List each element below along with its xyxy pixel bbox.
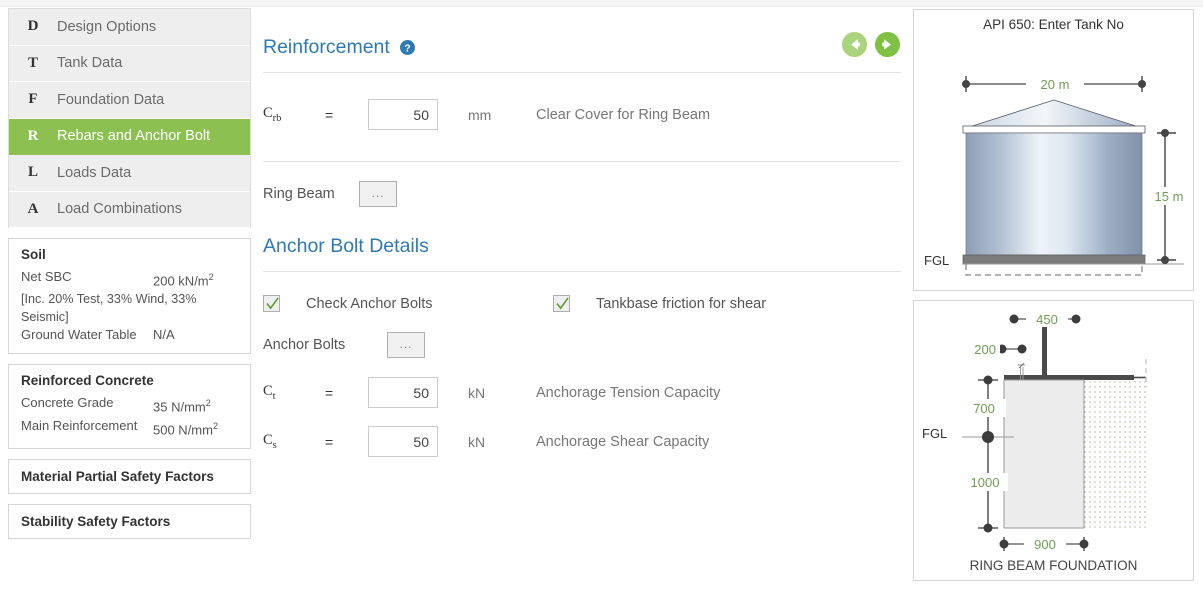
foundation-edge-dim-label: 200: [974, 342, 996, 357]
cs-unit: kN: [468, 433, 486, 450]
tank-fgl-label: FGL: [924, 253, 949, 268]
cs-input[interactable]: [368, 426, 438, 457]
tank-height-label: 15 m: [1155, 189, 1184, 204]
main-reinforcement-label: Main Reinforcement: [21, 417, 138, 433]
soil-gwt-value: N/A: [153, 327, 175, 343]
soil-increase-note: [Inc. 20% Test, 33% Wind, 33% Seismic]: [21, 292, 197, 325]
main-reinforcement-value: 500 N/mm2: [153, 420, 218, 437]
anchor-bolts-label: Anchor Bolts: [263, 337, 346, 353]
sidebar-letter-d: D: [27, 18, 39, 35]
sidebar-nav: D Design Options T Tank Data F Foundatio…: [8, 8, 251, 228]
ring-beam-dialog-button[interactable]: ...: [359, 181, 397, 207]
sidebar-label-loads-data: Loads Data: [57, 164, 132, 181]
anchorage-tension-row: Ct = kN Anchorage Tension Capacity: [263, 377, 901, 408]
soil-gwt-row: Ground Water Table N/A: [21, 326, 238, 344]
sidebar-label-load-combinations: Load Combinations: [57, 201, 182, 218]
sidebar-letter-l: L: [27, 164, 38, 181]
tankbase-friction-label: Tankbase friction for shear: [596, 295, 767, 312]
foundation-diagram-caption: RING BEAM FOUNDATION: [969, 558, 1138, 573]
cs-symbol: Cs: [263, 432, 277, 451]
crb-input[interactable]: [368, 99, 438, 130]
application-window: D Design Options T Tank Data F Foundatio…: [0, 0, 1203, 595]
ct-input[interactable]: [368, 377, 438, 408]
arrow-right-circle-icon[interactable]: [874, 31, 901, 58]
concrete-grade-row: Concrete Grade 35 N/mm2: [21, 394, 238, 416]
concrete-panel-title: Reinforced Concrete: [21, 373, 154, 389]
anchor-checkbox-row: Check Anchor Bolts Tankbase friction for…: [263, 295, 901, 312]
sidebar-letter-r: R: [27, 127, 39, 144]
cs-description: Anchorage Shear Capacity: [536, 433, 710, 450]
crb-symbol: Crb: [263, 105, 282, 124]
soil-panel-title: Soil: [21, 247, 46, 262]
ring-beam-row: Ring Beam ...: [263, 181, 901, 207]
foundation-fgl-label: FGL: [922, 426, 947, 441]
wizard-navigation: [841, 31, 901, 58]
foundation-top-dim-label: 450: [1036, 312, 1058, 327]
ct-equals: =: [325, 384, 334, 401]
ct-description: Anchorage Tension Capacity: [536, 384, 721, 401]
sidebar-item-load-combinations[interactable]: A Load Combinations: [9, 191, 250, 228]
main-content: Reinforcement ? Crb = 50 mm Clear Cover …: [263, 8, 901, 568]
reinforcement-section-header: Reinforcement ?: [263, 31, 901, 73]
anchor-bolt-details-title: Anchor Bolt Details: [263, 235, 429, 257]
sidebar: D Design Options T Tank Data F Foundatio…: [8, 8, 251, 539]
sidebar-item-rebars-and-anchor-bolt[interactable]: R Rebars and Anchor Bolt: [9, 118, 250, 155]
svg-text:?: ?: [404, 43, 410, 54]
ring-beam-foundation-drawing: 450 200 FGL 700 1000 900: [920, 310, 1147, 553]
ct-unit: kN: [468, 384, 486, 401]
sidebar-item-tank-data[interactable]: T Tank Data: [9, 45, 250, 82]
tank-elevation-panel: API 650: Enter Tank No 20 m FGL 15 m: [913, 9, 1194, 291]
anchor-bolts-row: Anchor Bolts ...: [263, 332, 901, 358]
soil-gwt-label: Ground Water Table: [21, 327, 137, 343]
foundation-upper-depth-label: 700: [973, 401, 995, 416]
concrete-grade-label: Concrete Grade: [21, 395, 114, 411]
soil-summary-panel[interactable]: Soil Net SBC 200 kN/m2 [Inc. 20% Test, 3…: [8, 238, 251, 355]
ct-symbol: Ct: [263, 383, 276, 402]
crb-description: Clear Cover for Ring Beam: [536, 106, 711, 123]
check-anchor-bolts-checkbox[interactable]: [263, 295, 280, 312]
arrow-left-circle-icon[interactable]: [841, 31, 868, 58]
soil-net-sbc-row: Net SBC 200 kN/m2: [21, 268, 238, 290]
reinforcement-section-divider: [263, 161, 901, 162]
question-circle-icon[interactable]: ?: [399, 40, 415, 55]
sidebar-item-design-options[interactable]: D Design Options: [9, 9, 250, 46]
anchorage-shear-row: Cs = kN Anchorage Shear Capacity: [263, 426, 901, 457]
soil-net-sbc-value: 200 kN/m2: [153, 272, 214, 289]
ring-beam-foundation-panel: 450 200 FGL 700 1000 900 RING BEAM FOUND…: [913, 300, 1194, 581]
soil-net-sbc-label: Net SBC: [21, 269, 72, 284]
crb-equals: =: [325, 106, 334, 123]
cs-equals: =: [325, 433, 334, 450]
tank-diagram-title: API 650: Enter Tank No: [983, 17, 1124, 32]
clear-cover-row: Crb = mm Clear Cover for Ring Beam: [263, 99, 901, 130]
check-anchor-bolts-label: Check Anchor Bolts: [306, 295, 433, 312]
sidebar-label-tank-data: Tank Data: [57, 55, 123, 72]
tank-diameter-label: 20 m: [1041, 77, 1070, 92]
anchor-bolts-dialog-button[interactable]: ...: [387, 332, 425, 358]
sidebar-letter-t: T: [27, 54, 38, 71]
tank-elevation-drawing: 20 m FGL 15 m: [922, 75, 1186, 276]
sidebar-label-foundation-data: Foundation Data: [57, 91, 165, 108]
tankbase-friction-checkbox[interactable]: [553, 295, 570, 312]
sidebar-letter-a: A: [27, 200, 39, 217]
reinforced-concrete-panel[interactable]: Reinforced Concrete Concrete Grade 35 N/…: [8, 364, 251, 449]
foundation-width-label: 900: [1034, 537, 1056, 552]
sidebar-label-rebars-and-anchor-bolt: Rebars and Anchor Bolt: [57, 128, 211, 145]
sidebar-letter-f: F: [28, 91, 38, 108]
sidebar-item-loads-data[interactable]: L Loads Data: [9, 155, 250, 192]
stability-safety-factors-panel[interactable]: Stability Safety Factors: [8, 503, 251, 539]
sidebar-label-design-options: Design Options: [57, 18, 157, 35]
page-title: Reinforcement: [263, 36, 390, 58]
sidebar-item-foundation-data[interactable]: F Foundation Data: [9, 82, 250, 119]
anchor-bolt-section-header: Anchor Bolt Details: [263, 235, 901, 272]
top-strip: [0, 0, 1203, 7]
ring-beam-label: Ring Beam: [263, 186, 335, 202]
main-reinforcement-row: Main Reinforcement 500 N/mm2: [21, 417, 238, 439]
foundation-lower-depth-label: 1000: [971, 475, 1000, 490]
material-partial-safety-factors-panel[interactable]: Material Partial Safety Factors: [8, 458, 251, 494]
concrete-grade-value: 35 N/mm2: [153, 398, 211, 415]
crb-unit: mm: [468, 106, 492, 123]
